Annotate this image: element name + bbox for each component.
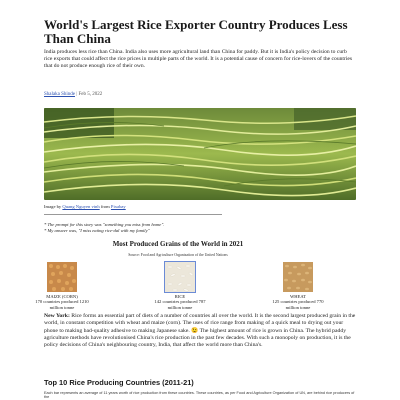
footnote: * My answer was, "I miss eating rice-dal… (44, 227, 150, 233)
article-title: World's Largest Rice Exporter Country Pr… (44, 17, 348, 46)
grain-wheat: WHEAT 125 countries produced 770 million… (266, 262, 330, 310)
body-text: Rice forms an essential part of diets of… (44, 313, 356, 349)
divider (44, 214, 222, 215)
footnotes: * The prompt for this story was "somethi… (44, 222, 356, 233)
wheat-image (283, 262, 313, 292)
dateline: New York: (44, 313, 70, 319)
grain-detail: 170 countries produced 1210 million tonn… (35, 299, 89, 310)
rice-terraces-image (44, 108, 356, 200)
author-link[interactable]: Shalaka Shinde (44, 92, 75, 97)
grain-maize: MAIZE (CORN) 170 countries produced 1210… (30, 262, 94, 310)
hero-image (44, 108, 356, 200)
byline: Shalaka Shinde | Feb 5, 2022 (44, 92, 102, 98)
section-subtitle: Each bar represents an average of 11 yea… (44, 391, 355, 400)
article-intro: India produces less rice than China. Ind… (44, 49, 353, 70)
photographer-link[interactable]: Quang Nguyen vinh (62, 204, 99, 209)
section-heading: Top 10 Rice Producing Countries (2011-21… (44, 378, 194, 387)
image-source-link[interactable]: Pixabay (111, 204, 126, 209)
publish-date: Feb 5, 2022 (78, 92, 103, 97)
grains-title: Most Produced Grains of the World in 202… (112, 240, 244, 248)
grain-rice: RICE 142 countries produced 787 million … (148, 261, 212, 310)
grain-detail: 142 countries produced 787 million tonne (154, 299, 206, 310)
maize-image (47, 262, 77, 292)
body-paragraph: New York: Rice forms an essential part o… (44, 313, 356, 349)
caption-prefix: Image by (44, 204, 62, 209)
rice-image (164, 261, 196, 293)
caption-middle: from (100, 204, 110, 209)
grains-source: Source: Food and Agriculture Organizatio… (128, 253, 228, 257)
image-caption: Image by Quang Nguyen vinh from Pixabay (44, 204, 126, 210)
grain-detail: 125 countries produced 770 million tonne (272, 299, 324, 310)
